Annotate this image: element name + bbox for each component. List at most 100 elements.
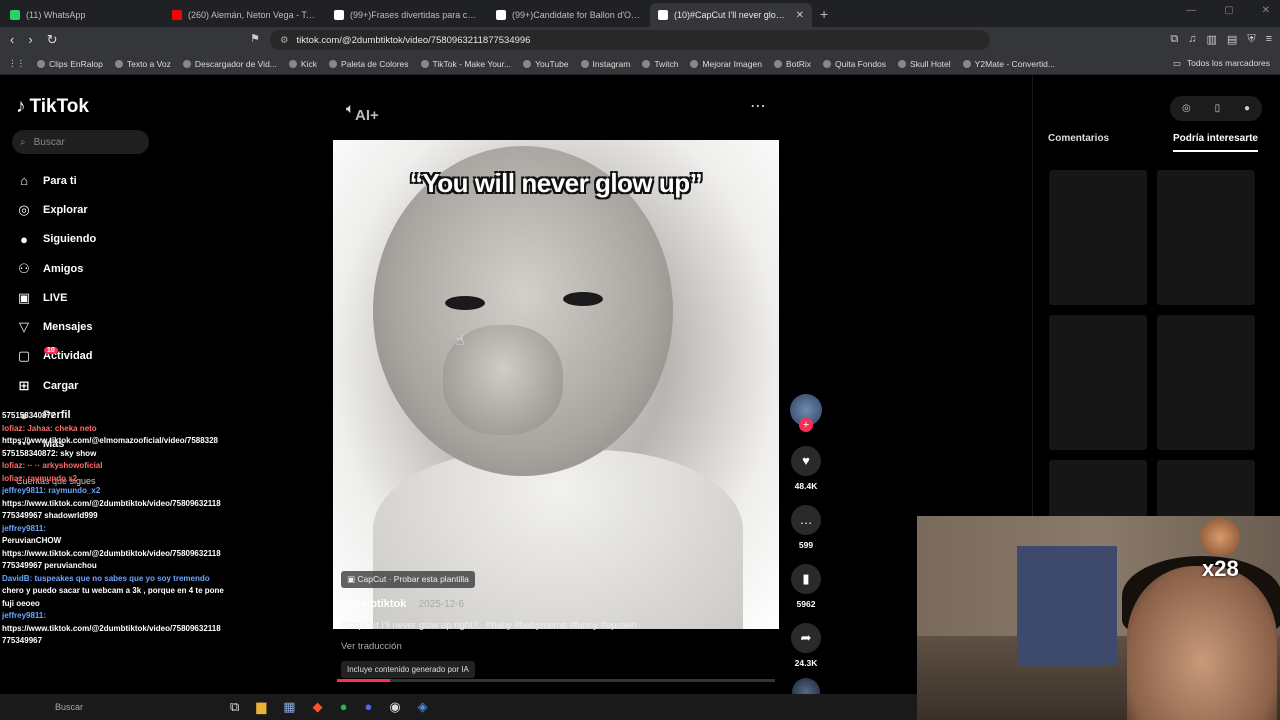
user-avatar-icon[interactable]: ● [1244,103,1250,114]
bookmark-item[interactable]: Kick [288,59,317,69]
bookmark-item[interactable]: YouTube [523,59,569,69]
device-icon[interactable]: ▯ [1215,103,1221,114]
bookmark-favicon-icon [898,59,907,68]
save-count: 5962 [796,599,816,609]
browser-toolbar-icons: ⧉ ♫ ▥ ▤ ⛨ ≡ [1170,33,1272,46]
tab-suggested[interactable]: Podría interesarte [1172,133,1258,152]
menu-item[interactable]: ▽ Mensajes [16,312,96,341]
webcam-person [1127,566,1277,720]
bookmark-item[interactable]: BotRix [773,59,811,69]
new-tab-button[interactable]: + [812,6,836,22]
suggested-thumb[interactable] [1157,170,1255,305]
bookmark-item[interactable]: TikTok - Make Your... [420,59,511,69]
sidebar-icon[interactable]: ▥ [1207,33,1217,46]
bookmarks-bar: ⋮⋮ Clips EnRalop Texto a Voz Descargador d… [0,53,1280,75]
ai-label: AI+ [355,107,379,124]
spotify-icon[interactable]: ● [340,699,348,715]
share-icon[interactable]: ➦ [791,623,821,653]
tab-title: (10)#CapCut I'll never glow up [674,10,790,20]
translate-link[interactable]: Ver traducción [341,641,781,652]
suggested-thumb[interactable] [1049,315,1147,450]
follow-plus-icon[interactable]: + [799,418,813,432]
bookmark-favicon-icon [823,59,831,68]
task-view-icon[interactable]: ⧉ [230,699,239,715]
bookmark-item[interactable]: Quita Fondos [823,59,886,69]
tiktok-logo[interactable]: ♪ TikTok [16,96,89,118]
bookmark-item[interactable]: Y2Mate - Convertid... [962,59,1055,69]
forward-icon[interactable]: › [28,32,32,48]
bookmark-icon[interactable]: ▮ [791,564,821,594]
store-icon[interactable]: ▦ [283,699,295,715]
bookmark-favicon-icon [962,59,971,68]
webcam-shelf [1017,546,1117,666]
brave-icon[interactable]: ◆ [313,699,323,715]
following-avatar-icon: ● [20,231,28,247]
obs-icon[interactable]: ◉ [389,699,400,715]
chat-line: https://www.tiktok.com/@2dumbtiktok/vide… [2,498,221,508]
url-field[interactable]: ⚙ tiktok.com/@2dumbtiktok/video/75809632… [270,30,990,50]
extensions-icon[interactable]: ⧉ [1170,33,1178,46]
browser-tab[interactable]: (10)#CapCut I'll never glow up ✕ [650,3,812,27]
all-bookmarks[interactable]: ▭ Todos los marcadores [1173,58,1270,69]
close-tab-icon[interactable]: ✕ [796,10,804,21]
reload-icon[interactable]: ↻ [47,32,58,48]
ai-content-badge: Incluye contenido generado por IA [341,661,475,678]
bookmark-item[interactable]: Texto a Voz [114,59,171,69]
search-input[interactable]: ⌕ Buscar [12,130,149,154]
video-author[interactable]: 2dumbtiktok · 2025-12-6 [341,598,781,610]
comment-icon[interactable]: … [791,505,821,535]
back-icon[interactable]: ‹ [10,32,14,48]
bookmark-item[interactable]: Clips EnRalop [37,59,103,69]
bookmark-item[interactable]: Paleta de Colores [328,59,409,69]
menu-item[interactable]: ⊞ Cargar [16,371,96,400]
minimize-icon[interactable]: — [1186,5,1196,16]
browser-tab[interactable]: (99+)Frases divertidas para compartir [326,3,488,27]
chat-line: fuji oeoeo [2,598,40,608]
tab-title: (99+)Candidate for Ballon d'Or 2025 [512,10,642,20]
tab-comments[interactable]: Comentarios [1048,133,1109,152]
music-icon[interactable]: ♫ [1188,33,1196,46]
file-explorer-icon[interactable]: ▆ [256,699,266,715]
shield-icon[interactable]: ⛨ [1247,33,1255,46]
webcam-overlay: x28 [917,516,1280,720]
compass-icon: ◎ [18,201,30,217]
bookmark-page-icon[interactable]: ⚑ [250,32,260,45]
bookmark-favicon-icon [288,59,297,68]
heart-icon[interactable]: ♥ [791,446,821,476]
bookmark-item[interactable]: Skull Hotel [898,59,951,69]
menu-item[interactable]: ⌂ Para ti [16,166,96,195]
address-bar-row: ‹ › ↻ ⚑ ⚙ tiktok.com/@2dumbtiktok/video/… [0,27,1280,53]
browser-tab[interactable]: (260) Alemán, Neton Vega - Te Q [164,3,326,27]
menu-item[interactable]: ⚇ Amigos [16,254,96,283]
bookmark-item[interactable]: Descargador de Vid... [182,59,277,69]
suggested-thumb[interactable] [1157,315,1255,450]
apps-grid-icon[interactable]: ⋮⋮ [8,58,25,69]
bookmark-item[interactable]: Instagram [580,59,630,69]
discord-icon[interactable]: ● [364,699,372,715]
suggested-thumb[interactable] [1049,170,1147,305]
maximize-icon[interactable]: ▢ [1224,5,1233,16]
bookmark-item[interactable]: Twitch [642,59,678,69]
menu-icon[interactable]: ≡ [1266,33,1272,46]
video-frame-eye [563,292,603,306]
browser-tab[interactable]: (99+)Candidate for Ballon d'Or 2025 [488,3,650,27]
taskbar-search[interactable]: Buscar [55,702,175,712]
volume-icon[interactable]: 🔈︎ [346,100,354,117]
menu-item[interactable]: ● Siguiendo [16,225,96,254]
site-settings-icon[interactable]: ⚙ [280,35,289,46]
video-player[interactable]: “You will never glow up” [333,140,779,629]
menu-item[interactable]: ◎ Explorar [16,195,96,224]
video-progress-bar[interactable] [337,679,775,682]
capcut-template-link[interactable]: ▣ CapCut · Probar esta plantilla [341,571,475,588]
app-icon[interactable]: ◈ [418,699,428,715]
more-options-icon[interactable]: ⋯ [750,96,766,116]
menu-item[interactable]: ▢ Actividad 10 [16,342,96,371]
chat-line: https://www.tiktok.com/@elmomazooficial/… [2,436,219,445]
wallet-icon[interactable]: ▤ [1227,33,1237,46]
compass-icon[interactable]: ◎ [1182,103,1191,114]
bookmark-favicon-icon [523,59,532,68]
browser-tab[interactable]: (11) WhatsApp [2,3,164,27]
menu-item[interactable]: ▣ LIVE [16,283,96,312]
bookmark-item[interactable]: Mejorar Imagen [690,59,762,69]
close-window-icon[interactable]: ✕ [1262,5,1270,16]
